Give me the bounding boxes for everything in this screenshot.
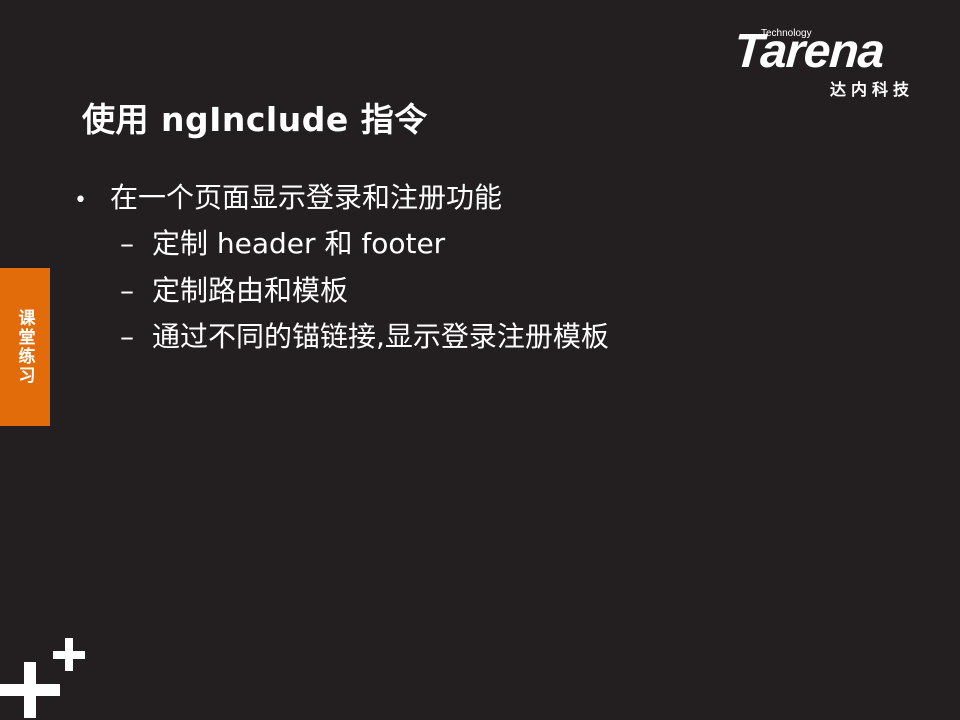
slide-title: 使用 ngInclude 指令 <box>82 100 428 139</box>
bullet-item: • 在一个页面显示登录和注册功能 <box>74 176 502 216</box>
bullet-dot: • <box>74 188 87 213</box>
side-tab-classroom-practice: 课堂练习 <box>0 268 50 426</box>
sub-item-dash: – <box>120 274 134 307</box>
sub-item-text: 定制 header 和 footer <box>152 227 446 260</box>
sub-item-text: 定制路由和模板 <box>152 274 349 307</box>
side-tab-label: 课堂练习 <box>14 309 35 385</box>
logo-chinese: 达内科技 <box>830 80 915 99</box>
sub-item: – 定制路由和模板 <box>120 269 348 309</box>
sub-item-dash: – <box>120 227 134 260</box>
sub-item: – 定制 header 和 footer <box>120 222 445 262</box>
plus-decoration-icon <box>0 638 85 718</box>
bullet-text: 在一个页面显示登录和注册功能 <box>110 181 503 214</box>
slide: 使用 ngInclude 指令 Tarena Technology 达内科技 •… <box>0 0 960 720</box>
sub-item-text: 通过不同的锚链接,显示登录注册模板 <box>152 320 609 353</box>
sub-item-dash: – <box>120 320 134 353</box>
sub-item: – 通过不同的锚链接,显示登录注册模板 <box>120 315 609 355</box>
logo-technology: Technology <box>761 28 812 39</box>
tarena-logo: Tarena Technology 达内科技 <box>732 25 930 99</box>
